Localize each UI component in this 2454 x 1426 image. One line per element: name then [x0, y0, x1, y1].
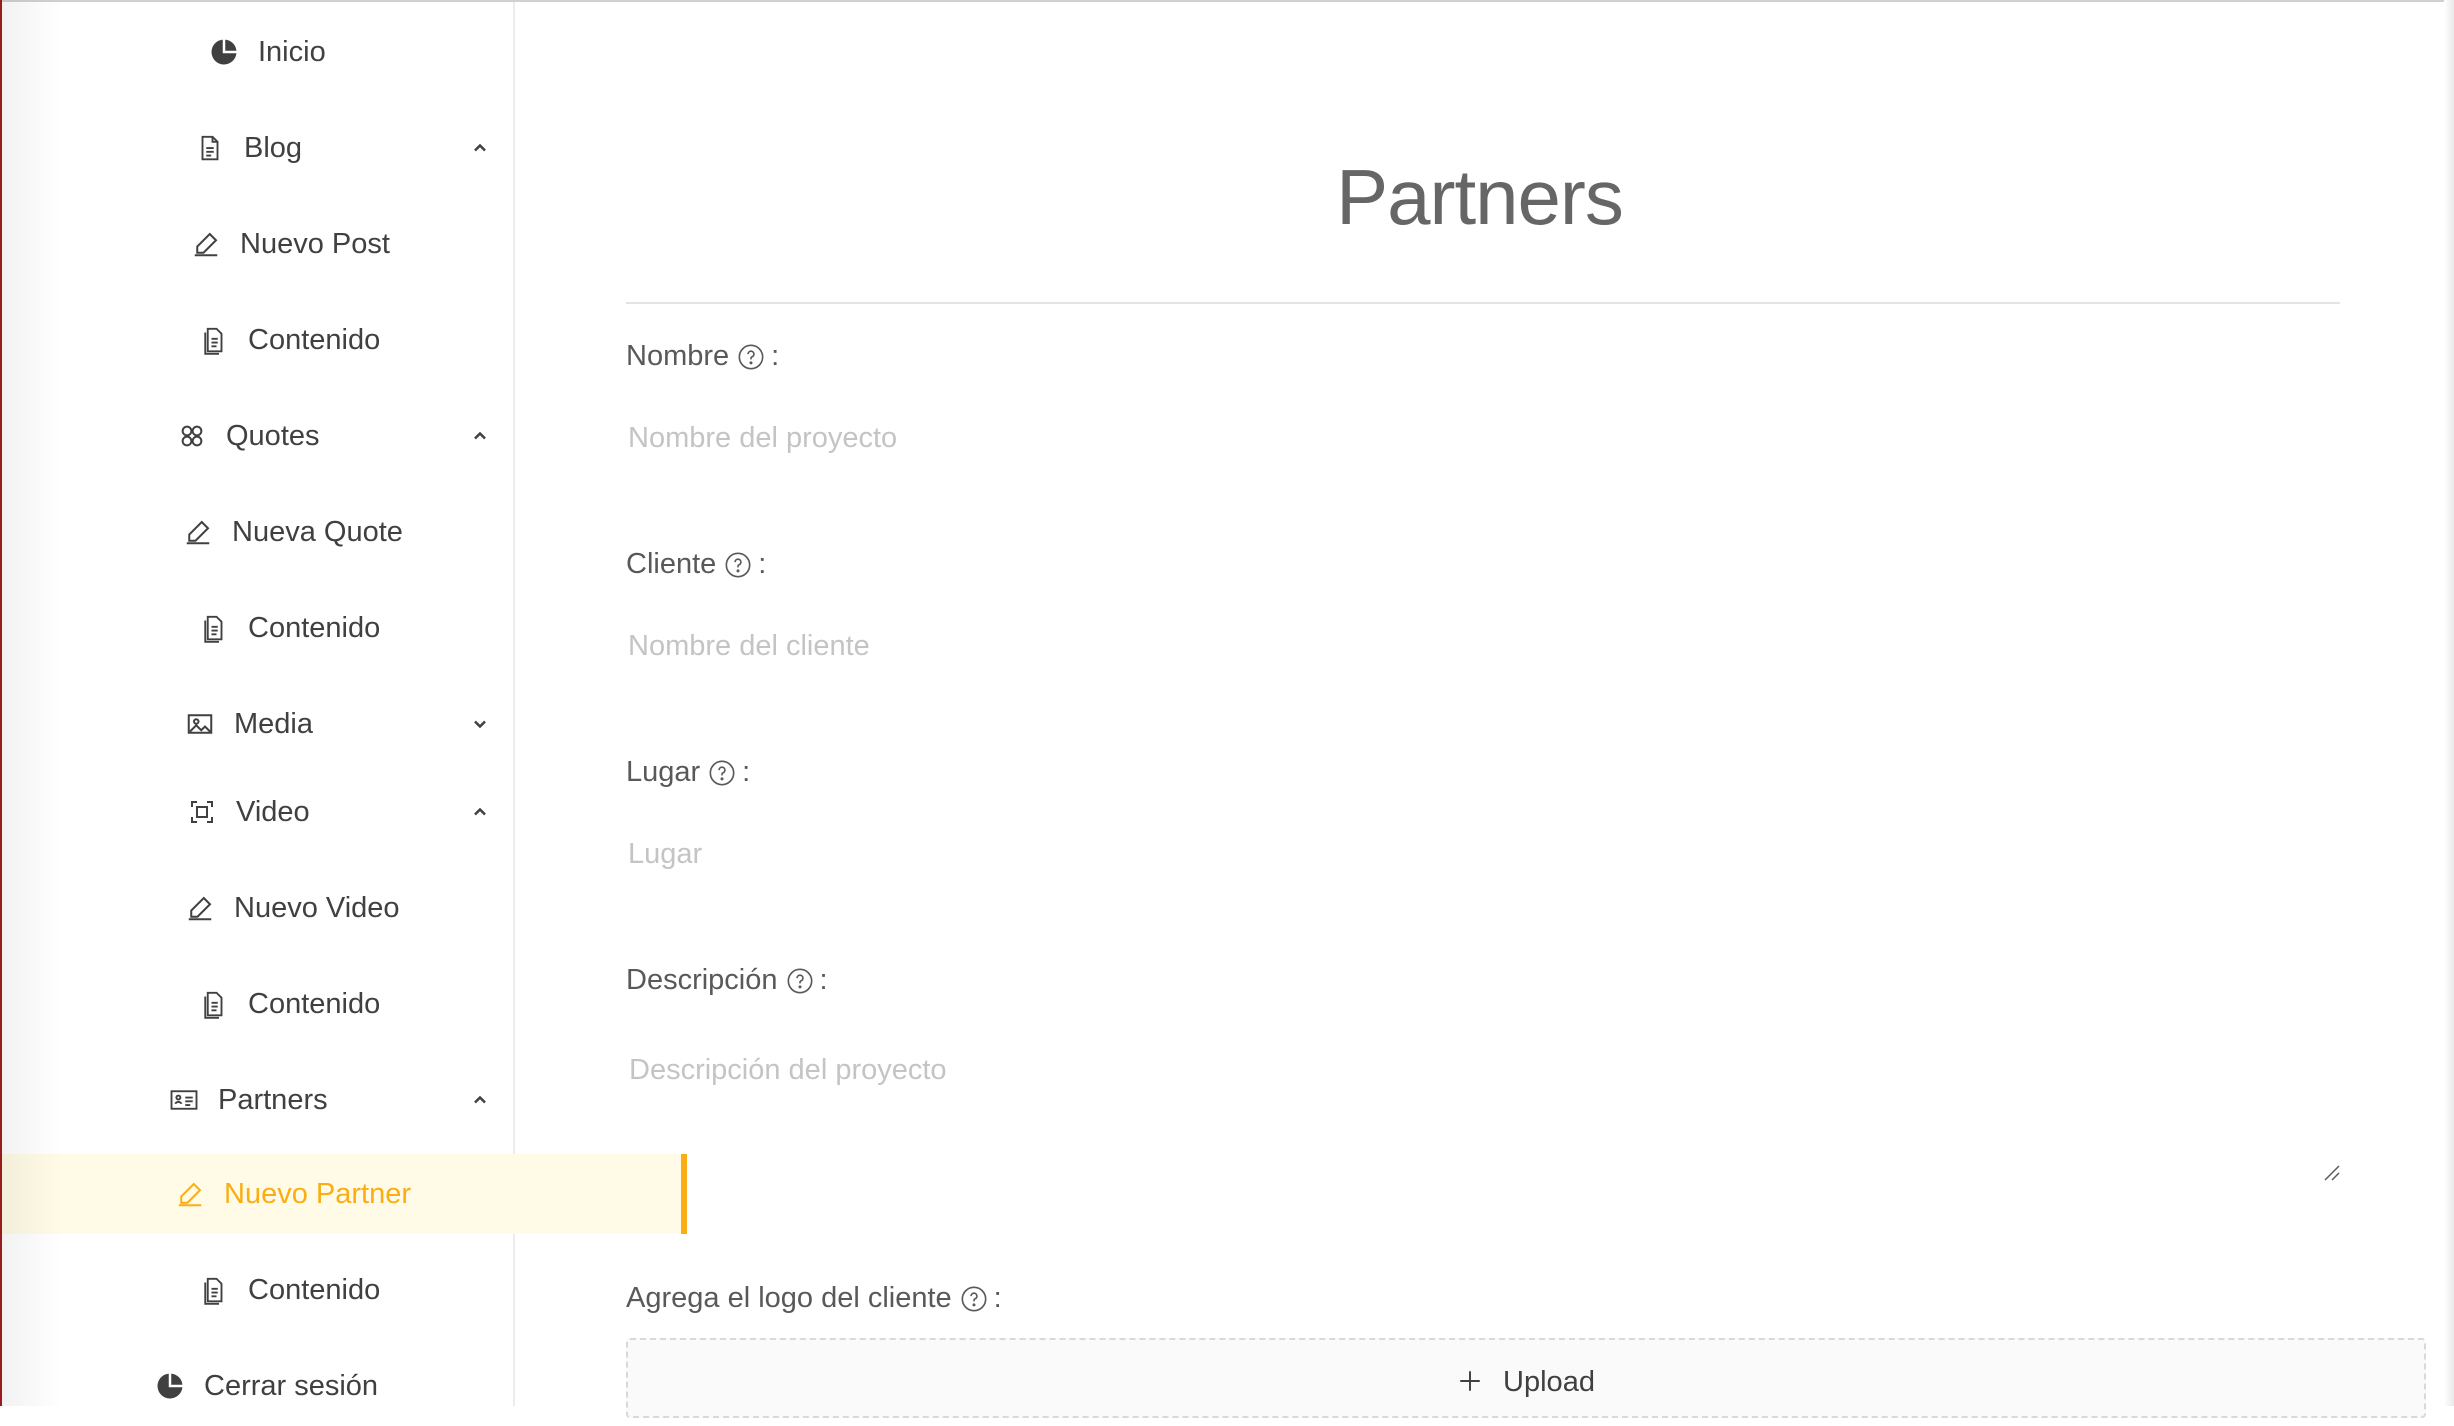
- sidebar-item-label: Contenido: [248, 611, 381, 644]
- question-circle-icon[interactable]: [960, 1285, 988, 1313]
- file-text-icon: [198, 612, 230, 644]
- page-title: Partners: [1336, 153, 1624, 241]
- lugar-label: Lugar :: [626, 756, 751, 788]
- question-circle-icon[interactable]: [737, 343, 765, 371]
- sidebar-item-label: Contenido: [248, 987, 381, 1020]
- file-icon: [194, 132, 226, 164]
- edit-icon: [182, 516, 214, 548]
- sidebar-item-label: Quotes: [226, 419, 320, 452]
- idcard-icon: [168, 1084, 200, 1116]
- upload-label: Upload: [1503, 1366, 1595, 1398]
- logo-label: Agrega el logo del cliente :: [626, 1282, 1002, 1314]
- nombre-input[interactable]: [626, 408, 2344, 468]
- resize-handle-icon[interactable]: [2323, 1164, 2341, 1182]
- main-content: Partners Nombre : Cliente : Lugar : Desc…: [515, 2, 2444, 1418]
- sidebar-item-label: Cerrar sesión: [204, 1369, 379, 1402]
- lugar-input[interactable]: [626, 824, 2344, 884]
- sidebar-item-label: Nueva Quote: [232, 515, 403, 548]
- descripcion-textarea[interactable]: [626, 1034, 2340, 1184]
- sidebar: Inicio Blog Nuevo Post Contenido Quotes: [2, 2, 687, 1406]
- plus-icon: [1457, 1368, 1483, 1394]
- question-circle-icon[interactable]: [708, 759, 736, 787]
- sidebar-item-label: Media: [234, 707, 313, 740]
- sidebar-item-label: Contenido: [248, 1273, 381, 1306]
- sidebar-item-label: Nuevo Post: [240, 227, 390, 260]
- file-text-icon: [198, 1274, 230, 1306]
- title-divider: [626, 302, 2340, 304]
- sidebar-item-label: Nuevo Partner: [224, 1177, 411, 1210]
- file-text-icon: [198, 988, 230, 1020]
- edit-icon: [190, 228, 222, 260]
- appstore-icon: [176, 420, 208, 452]
- pie-chart-icon: [208, 36, 240, 68]
- edit-icon: [174, 1178, 206, 1210]
- nombre-label: Nombre :: [626, 340, 780, 372]
- sidebar-item-label: Blog: [244, 131, 303, 164]
- window-right-edge: [2444, 0, 2454, 1406]
- file-text-icon: [198, 324, 230, 356]
- sidebar-item-label: Contenido: [248, 323, 381, 356]
- question-circle-icon[interactable]: [786, 967, 814, 995]
- chevron-up-icon[interactable]: [470, 1090, 492, 1112]
- descripcion-label: Descripción :: [626, 964, 828, 996]
- chevron-up-icon[interactable]: [470, 802, 492, 824]
- upload-dropzone[interactable]: Upload: [626, 1338, 2426, 1418]
- sidebar-item-label: Partners: [218, 1083, 328, 1116]
- sidebar-item-label: Nuevo Video: [234, 891, 400, 924]
- sidebar-item-label: Video: [236, 795, 310, 828]
- edit-icon: [184, 892, 216, 924]
- chevron-up-icon[interactable]: [470, 426, 492, 448]
- sidebar-item-label: Inicio: [258, 35, 326, 68]
- cliente-input[interactable]: [626, 616, 2344, 676]
- cliente-label: Cliente :: [626, 548, 767, 580]
- pie-chart-icon: [154, 1370, 186, 1402]
- question-circle-icon[interactable]: [724, 551, 752, 579]
- chevron-up-icon[interactable]: [470, 138, 492, 160]
- scan-icon: [186, 796, 218, 828]
- picture-icon: [184, 708, 216, 740]
- chevron-down-icon[interactable]: [470, 714, 492, 736]
